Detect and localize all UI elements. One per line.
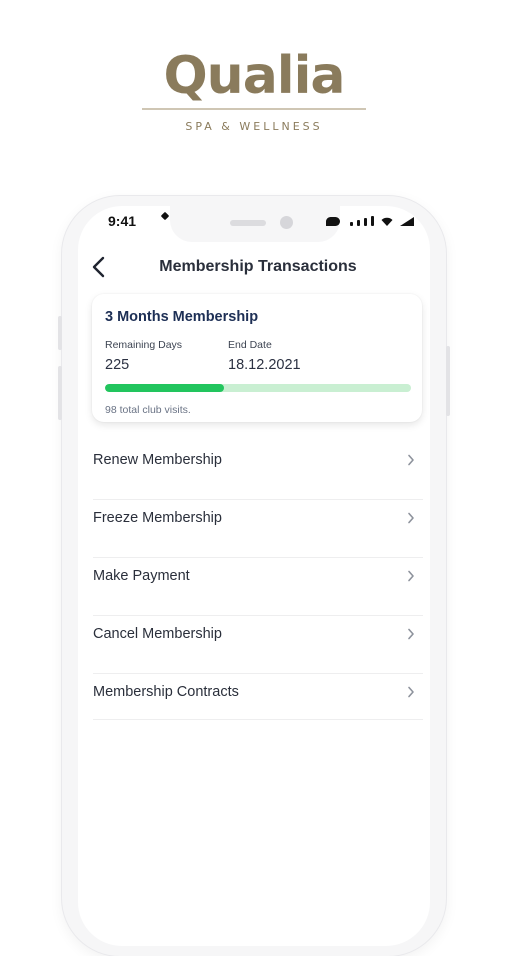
brand-logo: Qualia SPA & WELLNESS	[142, 42, 366, 142]
end-date-label: End Date	[228, 339, 272, 351]
chevron-right-icon	[408, 512, 414, 524]
remaining-days-label: Remaining Days	[105, 339, 183, 351]
chevron-right-icon	[408, 628, 414, 640]
status-indicator-icon	[326, 217, 340, 226]
phone-notch	[170, 206, 340, 242]
page-title: Membership Transactions	[159, 258, 357, 275]
chevron-right-icon	[408, 686, 414, 698]
phone-side-button	[58, 316, 62, 350]
logo-wordmark: Qualia	[163, 46, 345, 106]
chevron-right-icon	[408, 570, 414, 582]
remaining-days-value: 225	[105, 357, 130, 373]
menu-item-label: Renew Membership	[93, 452, 222, 468]
membership-name: 3 Months Membership	[105, 309, 259, 325]
front-camera	[280, 216, 293, 229]
chevron-left-icon	[92, 256, 105, 278]
signal-icon	[364, 218, 367, 226]
chevron-right-icon	[408, 454, 414, 466]
wifi-icon	[381, 217, 393, 226]
menu-item-make-payment[interactable]: Make Payment	[93, 558, 423, 616]
membership-progress-bar	[105, 384, 411, 392]
signal-icon	[357, 220, 360, 226]
menu-item-label: Membership Contracts	[93, 684, 239, 700]
menu-item-cancel-membership[interactable]: Cancel Membership	[93, 616, 423, 674]
location-icon	[160, 211, 170, 221]
battery-icon	[400, 217, 414, 226]
logo-tagline: SPA & WELLNESS	[185, 120, 323, 133]
status-indicators	[326, 214, 414, 226]
membership-progress-fill	[105, 384, 225, 392]
phone-frame: 9:41 Membership Transactions 3 Months Me…	[58, 196, 450, 956]
phone-side-button	[58, 366, 62, 420]
menu-item-membership-contracts[interactable]: Membership Contracts	[93, 674, 423, 720]
menu-item-label: Freeze Membership	[93, 510, 222, 526]
menu-item-renew-membership[interactable]: Renew Membership	[93, 442, 423, 500]
end-date-value: 18.12.2021	[228, 357, 301, 373]
menu-item-label: Make Payment	[93, 568, 190, 584]
signal-icon	[350, 222, 353, 226]
phone-screen: 9:41 Membership Transactions 3 Months Me…	[78, 206, 430, 946]
signal-icon	[371, 216, 374, 226]
speaker-grille	[230, 220, 266, 226]
phone-side-button	[446, 346, 450, 416]
back-button[interactable]	[88, 254, 112, 280]
membership-actions-list: Renew Membership Freeze Membership Make …	[93, 442, 423, 720]
logo-divider	[142, 108, 366, 110]
menu-item-label: Cancel Membership	[93, 626, 222, 642]
club-visits-note: 98 total club visits.	[105, 404, 191, 416]
status-time: 9:41	[108, 213, 137, 229]
menu-item-freeze-membership[interactable]: Freeze Membership	[93, 500, 423, 558]
membership-card: 3 Months Membership Remaining Days 225 E…	[92, 294, 422, 422]
